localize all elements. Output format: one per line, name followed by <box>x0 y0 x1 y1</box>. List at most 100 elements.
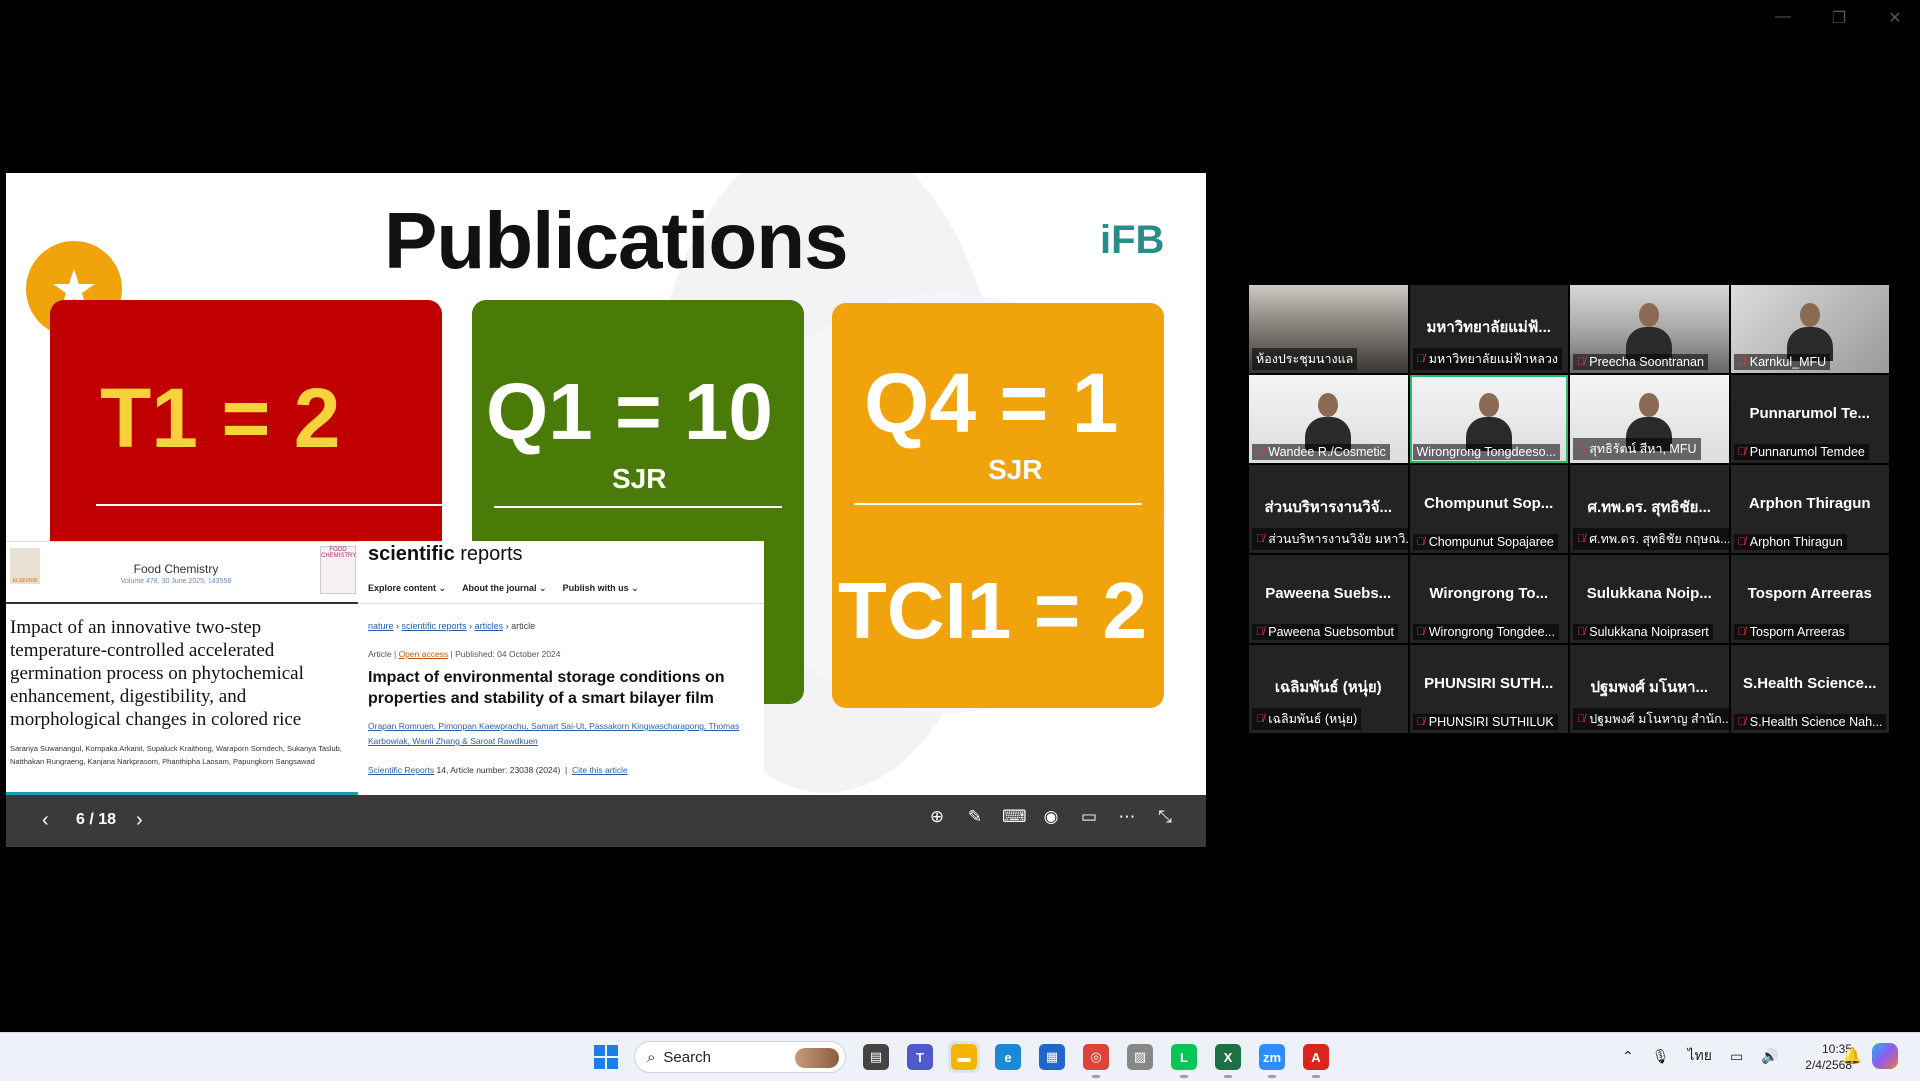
participant-name-label: 🎙̸ มหาวิทยาลัยแม่ฟ้าหลวง <box>1412 348 1563 370</box>
participant-tile[interactable]: PHUNSIRI SUTH... 🎙̸ PHUNSIRI SUTHILUK <box>1409 645 1568 733</box>
copilot-icon[interactable] <box>1872 1043 1898 1069</box>
slide-title: Publications <box>384 196 849 285</box>
participant-name-label: 🎙̸ Wandee R./Cosmetic <box>1252 444 1390 460</box>
photos-icon[interactable]: ▨ <box>1124 1041 1156 1073</box>
broadcast-icon[interactable]: ◉ <box>1040 807 1062 827</box>
participant-label-text: ศ.ทพ.ดร. สุทธิชัย กฤษณ... <box>1589 532 1729 546</box>
journal-cover: FOOD CHEMISTRY <box>320 546 356 594</box>
zoom-icon[interactable]: zm <box>1256 1041 1288 1078</box>
window-controls: — ❐ ✕ <box>1772 8 1906 28</box>
file-manager-icon[interactable]: ▤ <box>860 1041 892 1073</box>
more-icon[interactable]: ⋯ <box>1116 807 1138 827</box>
edge-glyph: e <box>995 1044 1021 1070</box>
search-highlight-image <box>795 1048 839 1068</box>
language-indicator[interactable]: ไทย <box>1688 1045 1712 1067</box>
mic-muted-icon: 🎙̸ <box>1577 533 1586 545</box>
store-icon[interactable]: ▦ <box>1036 1041 1068 1073</box>
file-explorer-glyph: ▬ <box>951 1044 977 1070</box>
participant-display-name: Punnarumol Te... <box>1749 405 1871 422</box>
participant-label-text: Chompunut Sopajaree <box>1428 535 1554 549</box>
minimize-icon[interactable]: ⤡ <box>1154 807 1176 827</box>
acrobat-icon[interactable]: A <box>1300 1041 1332 1078</box>
breadcrumb-nature: nature <box>368 621 394 631</box>
participant-tile[interactable]: Arphon Thiragun 🎙̸ Arphon Thiragun <box>1730 465 1889 553</box>
participant-label-text: ปฐมพงศ์ มโนหาญ สำนัก... <box>1589 712 1729 726</box>
participant-display-name: Sulukkana Noip... <box>1586 585 1712 602</box>
line-icon[interactable]: L <box>1168 1041 1200 1078</box>
network-icon[interactable]: ▭ <box>1730 1048 1743 1065</box>
participant-name-label: ห้องประชุมนางแล <box>1252 348 1358 370</box>
participant-label-text: Paweena Suebsombut <box>1268 625 1395 639</box>
paper-title: Impact of environmental storage conditio… <box>368 669 725 707</box>
participant-video <box>1305 393 1352 451</box>
volume-icon[interactable]: 🔊 <box>1761 1048 1778 1065</box>
taskbar-search[interactable]: ⌕ Search <box>634 1041 846 1073</box>
notification-bell-icon[interactable]: 🔔 <box>1842 1046 1862 1066</box>
keyboard-icon[interactable]: ⌨ <box>1002 807 1027 827</box>
participant-label-text: Wirongrong Tongdeeso... <box>1416 445 1556 459</box>
participant-tile[interactable]: Tosporn Arreeras 🎙̸ Tosporn Arreeras <box>1730 555 1889 643</box>
article-type: Article <box>368 649 392 659</box>
divider <box>494 506 782 508</box>
participant-tile[interactable]: 🎙̸ Wandee R./Cosmetic <box>1249 375 1408 463</box>
participant-tile[interactable]: Paweena Suebs... 🎙̸ Paweena Suebsombut <box>1249 555 1408 643</box>
restore-icon[interactable]: ❐ <box>1828 8 1850 28</box>
divider <box>854 503 1142 505</box>
participant-tile[interactable]: Sulukkana Noip... 🎙̸ Sulukkana Noiprasert <box>1570 555 1729 643</box>
participant-display-name: S.Health Science... <box>1743 675 1877 692</box>
participant-display-name: Wirongrong To... <box>1429 585 1549 602</box>
participant-display-name: มหาวิทยาลัยแม่ฟ้... <box>1426 319 1551 336</box>
divider <box>6 602 358 604</box>
mic-muted-icon: 🎙̸ <box>1737 446 1746 458</box>
toolbar-actions: ⊕ ✎ ⌨ ◉ ▭ ⋯ ⤡ <box>926 807 1176 827</box>
minimize-icon[interactable]: — <box>1772 8 1794 28</box>
store-glyph: ▦ <box>1039 1044 1065 1070</box>
participant-tile[interactable]: ส่วนบริหารงานวิจั... 🎙̸ ส่วนบริหารงานวิจัย… <box>1249 465 1408 553</box>
participant-tile[interactable]: S.Health Science... 🎙̸ S.Health Science Na… <box>1730 645 1889 733</box>
scientific-reports-logo: scientific reports <box>368 543 523 566</box>
t1-card: T1 = 2 <box>50 300 442 570</box>
close-icon[interactable]: ✕ <box>1884 8 1906 28</box>
participant-display-name: Tosporn Arreeras <box>1747 585 1872 602</box>
q4-card: Q4 = 1 SJR TCI1 = 2 <box>832 303 1164 708</box>
elsevier-logo: ELSEVIER <box>10 548 40 584</box>
microphone-icon[interactable]: 🎙 <box>1652 1048 1670 1065</box>
participant-tile[interactable]: ปฐมพงศ์ มโนหา... 🎙̸ ปฐมพงศ์ มโนหาญ สำนัก..… <box>1570 645 1729 733</box>
start-button[interactable] <box>594 1045 618 1069</box>
participant-tile[interactable]: 🎙̸ สุทธิรัตน์ สีหา, MFU <box>1570 375 1729 463</box>
participant-tile[interactable]: 🎙̸ Preecha Soontranan <box>1570 285 1729 373</box>
breadcrumb-scientific-reports: scientific reports <box>401 621 467 631</box>
participant-tile[interactable]: ห้องประชุมนางแล <box>1249 285 1408 373</box>
participant-tile[interactable]: Chompunut Sop... 🎙̸ Chompunut Sopajaree <box>1409 465 1568 553</box>
photos-glyph: ▨ <box>1127 1044 1153 1070</box>
chrome-icon[interactable]: ◎ <box>1080 1041 1112 1078</box>
prev-slide-button[interactable]: ‹ <box>42 809 49 832</box>
annotate-icon[interactable]: ✎ <box>964 807 986 827</box>
window-icon[interactable]: ▭ <box>1078 807 1100 827</box>
participant-name-label: 🎙̸ Arphon Thiragun <box>1733 534 1847 550</box>
participant-tile[interactable]: 🎙̸ Karnkul_MFU <box>1730 285 1889 373</box>
participant-tile[interactable]: มหาวิทยาลัยแม่ฟ้... 🎙̸ มหาวิทยาลัยแม่ฟ้าหล… <box>1409 285 1568 373</box>
participant-tile[interactable]: Wirongrong To... 🎙̸ Wirongrong Tongdee... <box>1409 555 1568 643</box>
mic-muted-icon: 🎙̸ <box>1416 536 1425 548</box>
participant-name-label: 🎙̸ เฉลิมพันธ์ (หนุ่ย) <box>1252 708 1362 730</box>
participant-display-name: Arphon Thiragun <box>1748 495 1871 512</box>
slide-page-indicator: 6 / 18 <box>76 811 117 828</box>
participant-tile[interactable]: ศ.ทพ.ดร. สุทธิชัย... 🎙̸ ศ.ทพ.ดร. สุทธิชัย … <box>1570 465 1729 553</box>
breadcrumb-article: article <box>511 621 536 631</box>
participant-video <box>1786 303 1833 361</box>
participant-tile[interactable]: Wirongrong Tongdeeso... <box>1409 375 1568 463</box>
open-access-badge: Open access <box>398 649 449 659</box>
search-placeholder: Search <box>663 1048 711 1066</box>
next-slide-button[interactable]: › <box>136 809 143 832</box>
zoom-in-icon[interactable]: ⊕ <box>926 807 948 827</box>
tray-chevron-icon[interactable]: ⌃ <box>1622 1048 1634 1065</box>
mic-muted-icon: 🎙̸ <box>1416 626 1425 638</box>
teams-icon[interactable]: T <box>904 1041 936 1073</box>
excel-icon[interactable]: X <box>1212 1041 1244 1078</box>
file-explorer-icon[interactable]: ▬ <box>948 1041 980 1073</box>
participant-tile[interactable]: Punnarumol Te... 🎙̸ Punnarumol Temdee <box>1730 375 1889 463</box>
edge-icon[interactable]: e <box>992 1041 1024 1073</box>
participant-label-text: เฉลิมพันธ์ (หนุ่ย) <box>1268 712 1358 726</box>
participant-tile[interactable]: เฉลิมพันธ์ (หนุ่ย) 🎙̸ เฉลิมพันธ์ (หนุ่ย) <box>1249 645 1408 733</box>
